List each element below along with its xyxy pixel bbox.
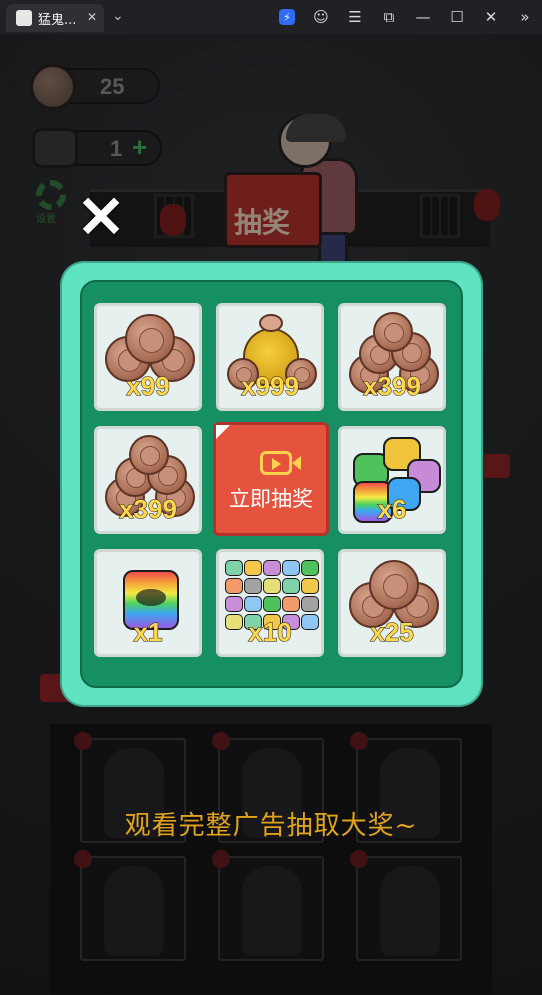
prize-quantity: x1 [133, 617, 163, 648]
mini-pack-icon [244, 596, 262, 612]
mini-pack-icon [244, 578, 262, 594]
video-icon [260, 451, 292, 475]
crop-icon[interactable]: ⧉ [372, 0, 406, 34]
prize-cell: x399 [94, 426, 202, 534]
mini-pack-icon [282, 578, 300, 594]
mini-pack-icon [263, 596, 281, 612]
sidebar-icon[interactable]: » [508, 0, 542, 34]
close-icon[interactable]: ✕ [474, 0, 508, 34]
profile-icon[interactable]: ☺ [304, 0, 338, 34]
prize-cell: x6 [338, 426, 446, 534]
minimize-icon[interactable]: — [406, 0, 440, 34]
prize-cell: x25 [338, 549, 446, 657]
mini-pack-icon [263, 560, 281, 576]
prize-cell: x399 [338, 303, 446, 411]
spin-now-button[interactable]: 立即抽奖 [213, 422, 329, 536]
maximize-icon[interactable]: ☐ [440, 0, 474, 34]
mini-pack-icon [301, 596, 319, 612]
prize-quantity: x25 [370, 617, 414, 648]
mini-pack-icon [282, 596, 300, 612]
window-controls: ⚡ ☺ ☰ ⧉ — ☐ ✕ » [270, 0, 542, 34]
prize-cell: x99 [94, 303, 202, 411]
spin-now-label: 立即抽奖 [229, 487, 313, 511]
mini-pack-icon [301, 578, 319, 594]
prize-cell: x10 [216, 549, 324, 657]
mini-pack-icon [282, 560, 300, 576]
prize-cell: x1 [94, 549, 202, 657]
prize-quantity: x999 [241, 371, 300, 402]
bolt-icon[interactable]: ⚡ [270, 0, 304, 34]
mini-pack-icon [225, 596, 243, 612]
tab-close-icon[interactable]: ✕ [87, 10, 97, 24]
mini-pack-icon [301, 560, 319, 576]
watch-ad-hint: 观看完整广告抽取大奖~ [124, 811, 418, 841]
close-button[interactable]: ✕ [72, 189, 130, 247]
browser-titlebar: 猛鬼... ✕ ⌄ ⚡ ☺ ☰ ⧉ — ☐ ✕ » [0, 0, 542, 34]
mini-pack-icon [225, 560, 243, 576]
prize-cell: x999 [216, 303, 324, 411]
mini-pack-icon [244, 560, 262, 576]
prize-quantity: x10 [248, 617, 292, 648]
mini-pack-icon [263, 578, 281, 594]
menu-icon[interactable]: ☰ [338, 0, 372, 34]
prize-quantity: x6 [377, 494, 407, 525]
browser-tab[interactable]: 猛鬼... ✕ [6, 4, 104, 32]
tab-dropdown-icon[interactable]: ⌄ [112, 8, 124, 24]
mini-pack-icon [225, 578, 243, 594]
prize-quantity: x99 [126, 371, 170, 402]
tab-title: 猛鬼... [38, 12, 77, 28]
prize-quantity: x399 [363, 371, 422, 402]
prize-quantity: x399 [119, 494, 178, 525]
game-favicon-icon [16, 10, 32, 26]
game-canvas: 25 1 + 设置 抽奖 ✕ x99 x999 x399 x399 立即抽奖 x… [0, 34, 542, 995]
